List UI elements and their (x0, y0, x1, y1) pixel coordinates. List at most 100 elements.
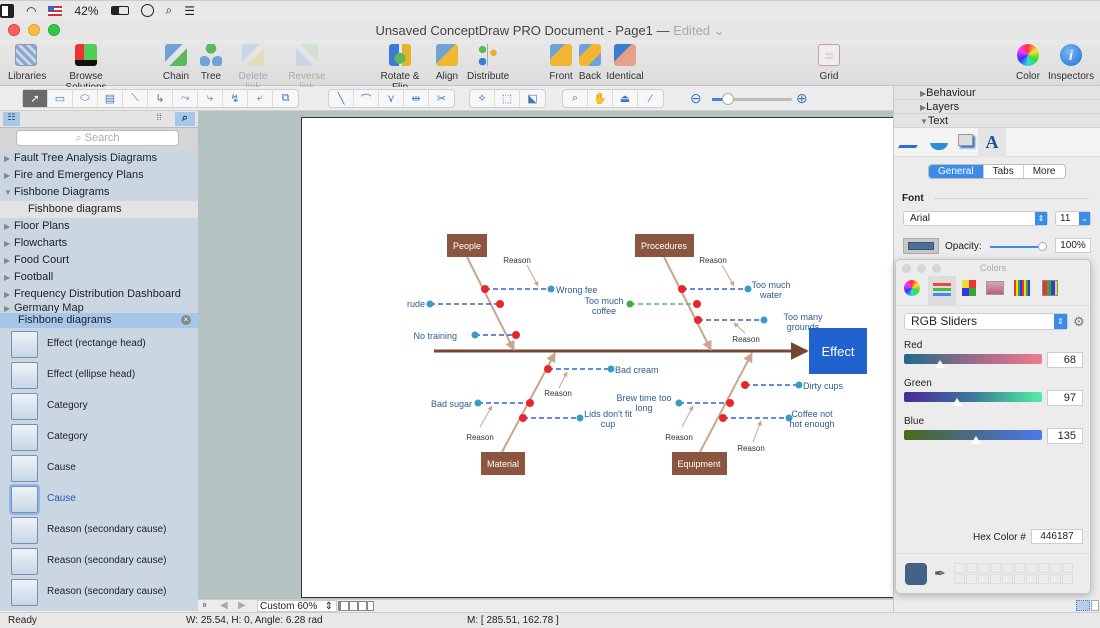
wifi-icon[interactable]: ◠ (26, 4, 36, 18)
swatch-slot[interactable] (1026, 574, 1037, 584)
cause-node[interactable] (471, 331, 479, 339)
cause-node[interactable] (576, 414, 584, 422)
window-manager-icon[interactable] (0, 3, 14, 18)
direct-connector-icon[interactable]: ⟍ (123, 90, 148, 107)
junction-dot[interactable] (719, 414, 727, 422)
identical-button[interactable]: Identical (605, 44, 645, 82)
color-button[interactable]: Color (1014, 44, 1042, 82)
color-sliders-icon[interactable] (928, 276, 956, 305)
cause-node[interactable] (760, 316, 768, 324)
junction-dot[interactable] (496, 300, 504, 308)
junction-dot[interactable] (544, 365, 552, 373)
battery-percent[interactable]: 42% (74, 4, 98, 18)
swatch-slot[interactable] (954, 563, 965, 573)
close-library-icon[interactable]: × (181, 315, 191, 325)
opacity-slider[interactable] (990, 242, 1047, 251)
cause-node[interactable] (744, 285, 752, 293)
green-value-input[interactable]: 97 (1047, 390, 1083, 406)
library-item-reason[interactable]: Reason (secondary cause) (0, 545, 198, 576)
junction-dot[interactable] (526, 399, 534, 407)
swatch-slot[interactable] (1038, 574, 1049, 584)
hand-tool-icon[interactable]: ✋ (588, 90, 613, 107)
tree-item-flowcharts[interactable]: ▶ Flowcharts (0, 235, 198, 252)
tree-item-fault-tree[interactable]: ▶ Fault Tree Analysis Diagrams (0, 150, 198, 167)
swatch-slot[interactable] (1050, 574, 1061, 584)
line-tool-icon[interactable]: ╲ (329, 90, 354, 107)
swatch-slot[interactable] (954, 574, 965, 584)
tree-item-floor-plans[interactable]: ▶ Floor Plans (0, 218, 198, 235)
swatch-slot[interactable] (990, 574, 1001, 584)
gear-icon[interactable]: ⚙ (1073, 314, 1085, 330)
expand-arrow-icon[interactable]: ▶ (4, 235, 14, 252)
chain-button[interactable]: Chain (162, 44, 190, 82)
collapse-arrow-icon[interactable]: ▼ (4, 184, 14, 201)
reverse-link-button[interactable]: Reverse link (281, 44, 333, 93)
drawing-page[interactable]: Effect People Procedures Material Equipm… (301, 117, 893, 598)
eyedropper-tool-icon[interactable]: ⁄ (638, 90, 663, 107)
cause-node[interactable] (474, 399, 482, 407)
line-style-icon[interactable] (897, 134, 925, 148)
current-color-swatch[interactable] (905, 563, 927, 585)
library-item-category[interactable]: Category (0, 390, 198, 421)
swatch-slot[interactable] (1050, 563, 1061, 573)
cause-node[interactable] (547, 285, 555, 293)
zoom-in-icon[interactable]: ⊕ (796, 90, 808, 107)
scroll-right-icon[interactable]: ▶ (238, 600, 246, 611)
hex-color-input[interactable]: 446187 (1031, 529, 1083, 544)
edit-points-icon[interactable]: ⟡ (470, 90, 495, 107)
arc-tool-icon[interactable]: ⌒ (354, 90, 379, 107)
library-item-reason[interactable]: Reason (secondary cause) (0, 514, 198, 545)
tree-item-fishbone[interactable]: ▼ Fishbone Diagrams (0, 184, 198, 201)
tree-button[interactable]: Tree (197, 44, 225, 82)
junction-dot[interactable] (519, 414, 527, 422)
zoom-tool-icon[interactable]: ⌕ (563, 90, 588, 107)
reason-arrow[interactable] (526, 264, 539, 287)
swatch-slot[interactable] (1014, 574, 1025, 584)
slider-knob[interactable] (971, 436, 981, 444)
container-tool-icon[interactable]: ⧉ (273, 90, 298, 107)
expand-arrow-icon[interactable]: ▶ (4, 269, 14, 286)
reason-arrow[interactable] (479, 405, 493, 428)
swatch-slot[interactable] (1002, 574, 1013, 584)
library-item-effect-ellipse[interactable]: Effect (ellipse head) (0, 359, 198, 390)
tree-item-frequency-dashboard[interactable]: ▶ Frequency Distribution Dashboard (0, 286, 198, 303)
format-painter-icon[interactable]: ⬕ (520, 90, 545, 107)
junction-dot[interactable] (693, 300, 701, 308)
tree-item-germany-map[interactable]: ▶ Germany Map (0, 303, 198, 313)
opacity-value[interactable]: 100% (1055, 238, 1091, 253)
tab-tabs[interactable]: Tabs (984, 165, 1024, 178)
library-item-cause-selected[interactable]: Cause (0, 483, 198, 514)
libraries-button[interactable]: Libraries (8, 44, 46, 82)
library-item-reason[interactable]: Reason (secondary cause) (0, 576, 198, 607)
cause-node-green[interactable] (626, 300, 634, 308)
library-item-cause[interactable]: Cause (0, 452, 198, 483)
back-button[interactable]: Back (577, 44, 603, 82)
expand-arrow-icon[interactable]: ▶ (4, 304, 14, 313)
grid-button[interactable]: Grid (816, 44, 842, 82)
inspectors-button[interactable]: i Inspectors (1048, 44, 1094, 82)
library-item-effect-rect[interactable]: Effect (rectange head) (0, 328, 198, 359)
notification-center-icon[interactable]: ☰ (184, 4, 195, 18)
zoom-level-select[interactable]: Custom 60% ⇕ (257, 600, 337, 612)
scissors-tool-icon[interactable]: ✂ (429, 90, 454, 107)
reason-arrow[interactable] (733, 322, 746, 334)
group-select-icon[interactable]: ⬚ (495, 90, 520, 107)
junction-dot[interactable] (481, 285, 489, 293)
eyedropper-icon[interactable]: ✒ (934, 565, 946, 582)
zoom-slider[interactable] (712, 93, 792, 105)
cause-node[interactable] (426, 300, 434, 308)
cause-node[interactable] (675, 399, 683, 407)
distribute-button[interactable]: Distribute (467, 44, 509, 82)
bezier-connector-icon[interactable]: ⤳ (173, 90, 198, 107)
library-search-input[interactable]: ⌕ Search (16, 130, 179, 146)
expand-arrow-icon[interactable]: ▶ (4, 252, 14, 269)
text-color-well[interactable] (903, 238, 939, 254)
color-grid-icon[interactable] (1042, 280, 1058, 296)
red-slider[interactable] (904, 354, 1042, 368)
color-wheel-icon[interactable] (904, 280, 920, 296)
font-family-select[interactable]: Arial ⇕ (903, 211, 1048, 226)
cause-node[interactable] (795, 381, 803, 389)
rectangle-tool-icon[interactable]: ▭ (48, 90, 73, 107)
swatch-slot[interactable] (990, 563, 1001, 573)
swatch-slot[interactable] (1062, 563, 1073, 573)
